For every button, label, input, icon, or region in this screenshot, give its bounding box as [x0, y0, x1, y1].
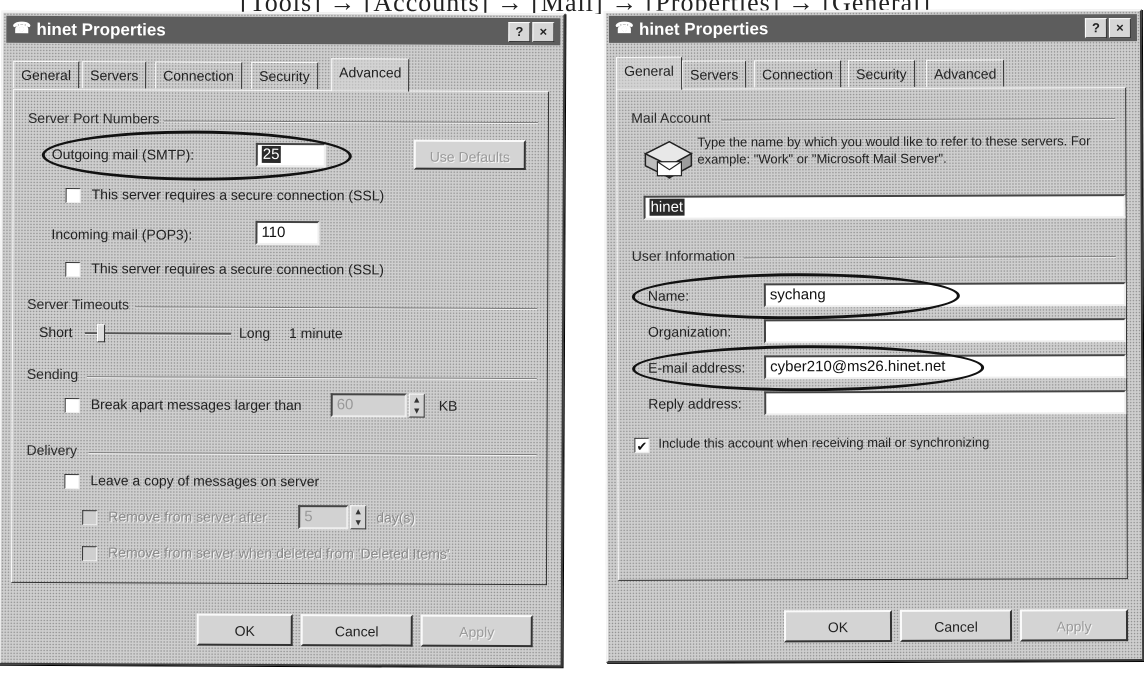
message-size-input[interactable]: 60: [330, 393, 407, 418]
apply-button[interactable]: Apply: [420, 614, 533, 648]
leave-copy-checkbox[interactable]: [64, 474, 80, 490]
group-delivery: Delivery: [26, 441, 78, 459]
leave-copy-label: Leave a copy of messages on server: [90, 472, 320, 490]
tab-security[interactable]: Security: [848, 59, 915, 88]
spin-up-icon: ▲: [412, 394, 422, 405]
use-defaults-button[interactable]: Use Defaults: [413, 139, 526, 171]
reply-address-input[interactable]: [764, 390, 1127, 416]
tab-advanced[interactable]: Advanced: [331, 58, 410, 92]
group-divider: [88, 452, 537, 457]
pop3-port-input[interactable]: 110: [255, 220, 320, 246]
remove-deleted-label: Remove from server when deleted from 'De…: [108, 544, 450, 562]
tab-connection[interactable]: Connection: [754, 60, 841, 88]
ok-button[interactable]: OK: [783, 609, 893, 643]
ssl-incoming-checkbox[interactable]: [65, 262, 81, 278]
close-button[interactable]: ×: [532, 22, 555, 43]
days-unit-label: day(s): [376, 509, 416, 526]
mail-account-icon: ☎: [12, 19, 32, 37]
group-user-information: User Information: [631, 247, 736, 264]
ssl-outgoing-label: This server requires a secure connection…: [91, 186, 385, 204]
properties-dialog-advanced: ☎ hinet Properties ? × General Servers C…: [0, 10, 566, 668]
group-divider: [163, 120, 538, 125]
tab-general[interactable]: General: [13, 60, 80, 89]
size-unit-label: KB: [438, 397, 458, 414]
account-name-input[interactable]: hinet: [643, 194, 1126, 220]
tab-servers[interactable]: Servers: [82, 61, 147, 89]
break-apart-label: Break apart messages larger than: [90, 396, 302, 414]
timeout-value: 1 minute: [288, 325, 343, 342]
email-label: E-mail address:: [648, 359, 746, 376]
message-size-spinner[interactable]: ▲ ▼: [408, 393, 425, 418]
account-name-value: hinet: [649, 198, 685, 216]
spin-down-icon: ▼: [412, 405, 422, 416]
reply-address-label: Reply address:: [648, 395, 742, 412]
email-input[interactable]: cyber210@ms26.hinet.net: [764, 354, 1127, 380]
title-bar[interactable]: ☎ hinet Properties ? ×: [608, 14, 1137, 43]
organization-label: Organization:: [647, 323, 732, 340]
help-button[interactable]: ?: [508, 21, 531, 43]
group-sending: Sending: [26, 365, 79, 383]
cancel-button[interactable]: Cancel: [300, 614, 413, 647]
mail-server-icon: [643, 140, 693, 179]
tab-advanced[interactable]: Advanced: [926, 59, 1005, 87]
ssl-incoming-label: This server requires a secure connection…: [91, 260, 384, 278]
general-panel: Mail Account Type the name by which you …: [616, 87, 1128, 581]
remove-after-label: Remove from server after: [108, 508, 267, 525]
group-divider: [721, 118, 1116, 122]
ok-button[interactable]: OK: [196, 613, 293, 647]
incoming-mail-label: Incoming mail (POP3):: [51, 225, 193, 243]
remove-after-checkbox[interactable]: [82, 510, 98, 526]
group-divider: [86, 376, 537, 381]
include-account-checkbox[interactable]: ✔: [634, 437, 650, 454]
dialog-title: hinet Properties: [638, 19, 769, 39]
name-input[interactable]: sychang: [763, 282, 1126, 308]
group-divider: [135, 306, 538, 311]
spin-down-icon: ▼: [353, 517, 363, 528]
tab-security[interactable]: Security: [251, 61, 318, 90]
tab-general[interactable]: General: [616, 56, 682, 90]
smtp-port-input[interactable]: 25: [255, 142, 326, 168]
dialog-title: hinet Properties: [36, 19, 166, 40]
apply-button[interactable]: Apply: [1019, 609, 1129, 642]
outgoing-mail-label: Outgoing mail (SMTP):: [51, 145, 195, 163]
group-divider: [743, 256, 1116, 260]
mail-account-icon: ☎: [614, 19, 634, 37]
group-server-timeouts: Server Timeouts: [27, 295, 130, 313]
ssl-outgoing-checkbox[interactable]: [65, 188, 81, 204]
properties-dialog-general: ☎ hinet Properties ? × General Servers C…: [603, 9, 1144, 663]
remove-days-input[interactable]: 5: [298, 505, 349, 530]
remove-deleted-checkbox[interactable]: [82, 546, 98, 562]
group-mail-account: Mail Account: [631, 109, 711, 126]
title-bar[interactable]: ☎ hinet Properties ? ×: [6, 15, 561, 46]
close-button[interactable]: ×: [1108, 18, 1131, 39]
tab-connection[interactable]: Connection: [155, 61, 243, 89]
timeout-long-label: Long: [238, 324, 271, 341]
timeout-slider-thumb[interactable]: [96, 324, 106, 343]
group-server-ports: Server Port Numbers: [27, 109, 160, 127]
name-label: Name:: [647, 287, 690, 304]
cancel-button[interactable]: Cancel: [899, 609, 1013, 642]
timeout-slider-track[interactable]: [85, 332, 232, 336]
organization-input[interactable]: [763, 318, 1127, 344]
advanced-panel: Server Port Numbers Outgoing mail (SMTP)…: [10, 88, 550, 586]
timeout-short-label: Short: [38, 323, 73, 341]
break-apart-checkbox[interactable]: [64, 398, 80, 414]
help-button[interactable]: ?: [1084, 18, 1107, 39]
include-account-label: Include this account when receiving mail…: [658, 434, 990, 451]
smtp-port-value: 25: [261, 145, 281, 163]
mail-account-description: Type the name by which you would like to…: [697, 133, 1091, 167]
spin-up-icon: ▲: [353, 506, 363, 517]
remove-days-spinner[interactable]: ▲ ▼: [350, 505, 367, 530]
tab-servers[interactable]: Servers: [682, 60, 747, 88]
